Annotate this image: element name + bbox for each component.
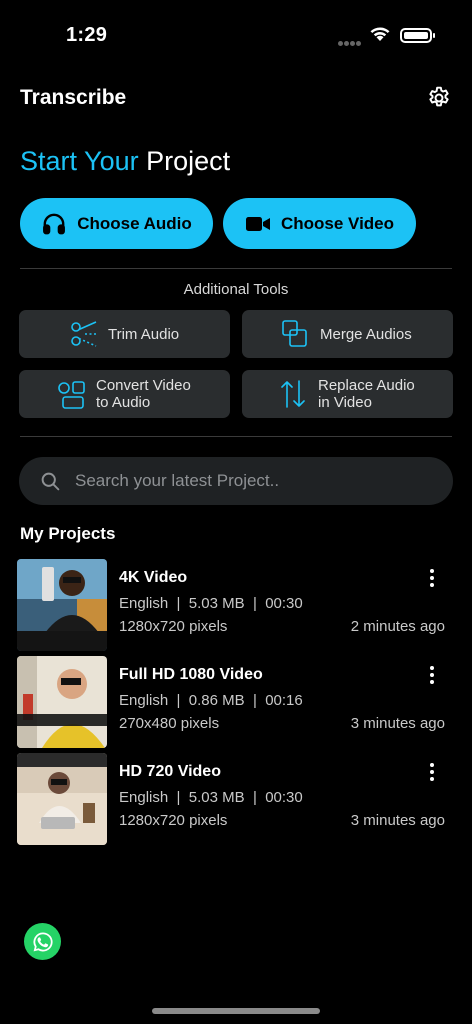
project-title: Full HD 1080 Video	[119, 666, 263, 683]
merge-audios-button[interactable]: Merge Audios	[242, 310, 453, 358]
project-title: HD 720 Video	[119, 763, 221, 780]
project-item[interactable]: Full HD 1080 Video English | 0.86 MB | 0…	[17, 656, 457, 748]
project-meta: English | 0.86 MB | 00:16	[119, 692, 303, 709]
gear-icon[interactable]	[426, 85, 452, 111]
status-time: 1:29	[66, 24, 108, 46]
replace-audio-in-video-button[interactable]: Replace Audio in Video	[242, 370, 453, 418]
home-indicator[interactable]	[152, 1008, 320, 1014]
page-headline: Start Your Project	[20, 146, 230, 177]
convert-icon	[58, 381, 85, 409]
search-icon	[41, 472, 60, 491]
project-title: 4K Video	[119, 569, 188, 586]
choose-audio-label: Choose Audio	[77, 213, 192, 233]
trim-audio-button[interactable]: Trim Audio	[19, 310, 230, 358]
choose-audio-button[interactable]: Choose Audio	[20, 198, 213, 249]
additional-tools-caption: Additional Tools	[183, 281, 289, 298]
headline-rest: Project	[138, 146, 231, 176]
divider	[20, 268, 452, 269]
project-thumbnail	[17, 656, 107, 748]
status-bar: 1:29	[0, 0, 472, 70]
project-item[interactable]: 4K Video English | 5.03 MB | 00:30 1280x…	[17, 559, 457, 651]
project-resolution: 1280x720 pixels	[119, 618, 228, 635]
merge-icon	[282, 320, 307, 347]
project-timestamp: 3 minutes ago	[350, 715, 445, 732]
project-timestamp: 3 minutes ago	[350, 812, 445, 829]
whatsapp-icon	[32, 931, 53, 951]
convert-video-to-audio-button[interactable]: Convert Video to Audio	[19, 370, 230, 418]
search-input[interactable]	[75, 471, 415, 491]
divider	[20, 436, 452, 437]
project-resolution: 1280x720 pixels	[119, 812, 228, 829]
more-options-icon[interactable]	[425, 664, 439, 686]
project-item[interactable]: HD 720 Video English | 5.03 MB | 00:30 1…	[17, 753, 457, 845]
signal-icon	[338, 33, 362, 51]
project-thumbnail	[17, 753, 107, 845]
project-meta: English | 5.03 MB | 00:30	[119, 595, 303, 612]
project-meta: English | 5.03 MB | 00:30	[119, 789, 303, 806]
swap-icon	[281, 380, 305, 408]
more-options-icon[interactable]	[425, 761, 439, 783]
headphones-icon	[43, 213, 66, 234]
project-thumbnail	[17, 559, 107, 651]
app-title: Transcribe	[20, 86, 127, 109]
project-resolution: 270x480 pixels	[119, 715, 220, 732]
battery-icon	[400, 28, 435, 43]
whatsapp-button[interactable]	[24, 923, 61, 960]
video-camera-icon	[245, 216, 270, 231]
my-projects-title: My Projects	[20, 524, 116, 543]
more-options-icon[interactable]	[425, 567, 439, 589]
choose-video-button[interactable]: Choose Video	[223, 198, 416, 249]
headline-accent: Start Your	[20, 146, 139, 176]
choose-video-label: Choose Video	[280, 213, 395, 233]
wifi-icon	[370, 27, 390, 41]
scissors-icon	[71, 321, 97, 347]
search-bar[interactable]	[19, 457, 453, 505]
project-timestamp: 2 minutes ago	[350, 618, 445, 635]
